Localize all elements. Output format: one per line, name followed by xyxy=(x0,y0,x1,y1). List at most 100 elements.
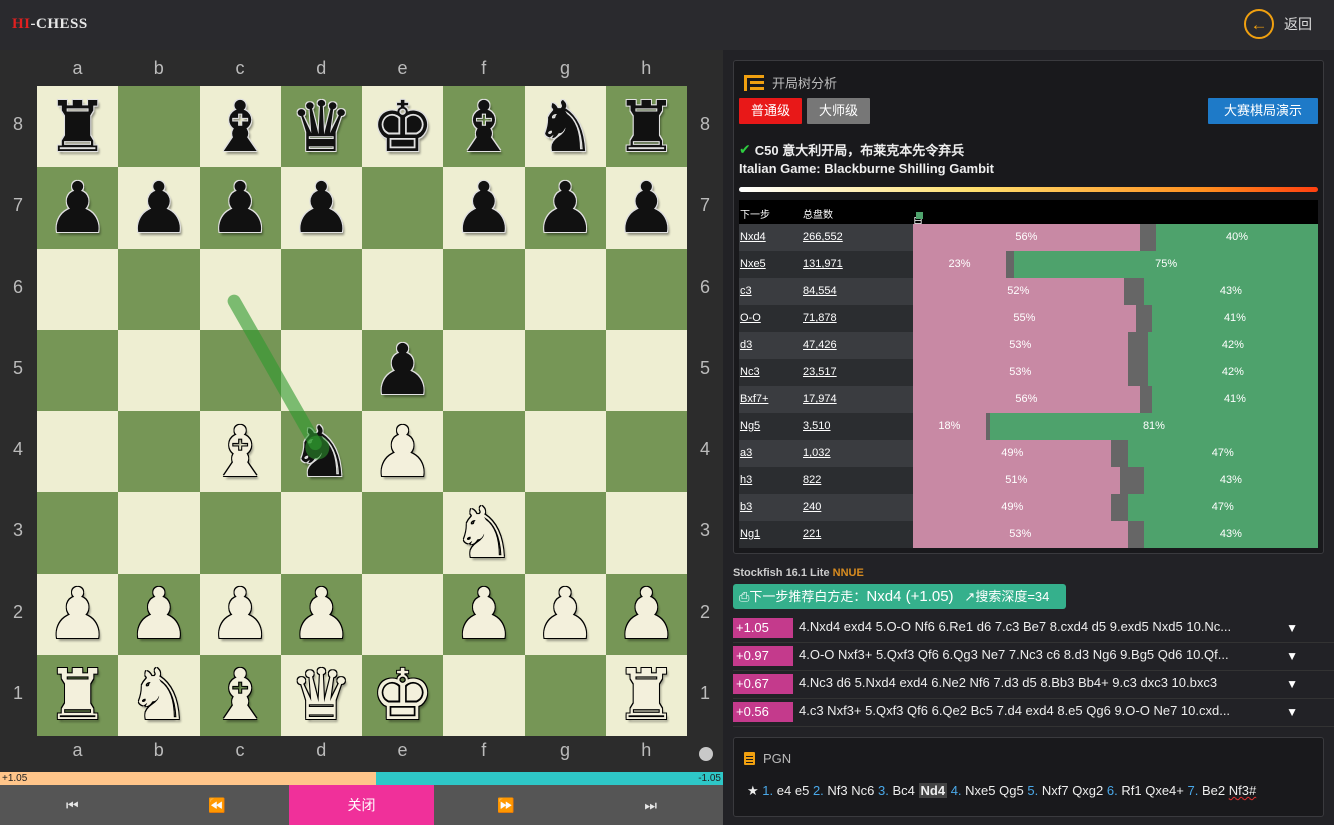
square-e5[interactable]: ♟ xyxy=(362,329,444,411)
master-level-button[interactable]: 大师级 xyxy=(807,98,871,124)
row-count[interactable]: 221 xyxy=(803,521,913,548)
table-row[interactable]: c3 84,554 52% 43% xyxy=(739,278,1318,305)
square-c8[interactable]: ♝ xyxy=(199,86,281,168)
row-count[interactable]: 1,032 xyxy=(803,440,913,467)
white-king-icon[interactable]: ♚ xyxy=(371,660,434,730)
white-pawn-icon[interactable]: ♟ xyxy=(615,579,678,649)
square-d3[interactable] xyxy=(280,492,362,574)
square-f6[interactable] xyxy=(443,248,525,330)
square-h1[interactable]: ♜ xyxy=(605,654,687,736)
square-d1[interactable]: ♛ xyxy=(280,654,362,736)
black-knight-icon[interactable]: ♞ xyxy=(290,417,353,487)
black-knight-icon[interactable]: ♞ xyxy=(534,92,597,162)
square-g1[interactable] xyxy=(524,654,606,736)
row-move[interactable]: Nxe5 xyxy=(739,251,804,278)
square-e2[interactable] xyxy=(362,573,444,655)
square-f5[interactable] xyxy=(443,329,525,411)
table-row[interactable]: Bxf7+ 17,974 56% 41% xyxy=(739,386,1318,413)
row-count[interactable]: 131,971 xyxy=(803,251,913,278)
square-a5[interactable] xyxy=(37,329,119,411)
white-bishop-icon[interactable]: ♝ xyxy=(209,660,272,730)
pgn-move[interactable]: Rf1 xyxy=(1121,783,1141,798)
square-c7[interactable]: ♟ xyxy=(199,167,281,249)
engine-line[interactable]: +0.97 4.O-O Nxf3+ 5.Qxf3 Qf6 6.Qg3 Ne7 7.… xyxy=(733,643,1334,671)
black-bishop-icon[interactable]: ♝ xyxy=(209,92,272,162)
square-b7[interactable]: ♟ xyxy=(118,167,200,249)
square-g8[interactable]: ♞ xyxy=(524,86,606,168)
row-move[interactable]: h3 xyxy=(739,467,804,494)
pgn-move[interactable]: Nxe5 xyxy=(965,783,995,798)
row-move[interactable]: c3 xyxy=(739,278,804,305)
square-h5[interactable] xyxy=(605,329,687,411)
row-count[interactable]: 240 xyxy=(803,494,913,521)
table-row[interactable]: O-O 71,878 55% 41% xyxy=(739,305,1318,332)
square-b1[interactable]: ♞ xyxy=(118,654,200,736)
square-d6[interactable] xyxy=(280,248,362,330)
square-f1[interactable] xyxy=(443,654,525,736)
square-b5[interactable] xyxy=(118,329,200,411)
square-f7[interactable]: ♟ xyxy=(443,167,525,249)
close-button[interactable]: 关闭 xyxy=(289,785,434,825)
square-e3[interactable] xyxy=(362,492,444,574)
last-move-button[interactable]: ⏭ xyxy=(578,785,723,825)
square-g4[interactable] xyxy=(524,411,606,493)
square-e1[interactable]: ♚ xyxy=(362,654,444,736)
pgn-move[interactable]: Qg5 xyxy=(999,783,1024,798)
square-e6[interactable] xyxy=(362,248,444,330)
square-a4[interactable] xyxy=(37,411,119,493)
normal-level-button[interactable]: 普通级 xyxy=(739,98,803,124)
chevron-down-icon[interactable]: ▼ xyxy=(1286,621,1298,635)
pgn-move[interactable]: Nd4 xyxy=(918,783,948,798)
row-count[interactable]: 17,974 xyxy=(803,386,913,413)
square-g5[interactable] xyxy=(524,329,606,411)
square-d8[interactable]: ♛ xyxy=(280,86,362,168)
square-a3[interactable] xyxy=(37,492,119,574)
square-a1[interactable]: ♜ xyxy=(37,654,119,736)
white-pawn-icon[interactable]: ♟ xyxy=(209,579,272,649)
black-bishop-icon[interactable]: ♝ xyxy=(452,92,515,162)
first-move-button[interactable]: ⏮ xyxy=(0,785,145,825)
row-move[interactable]: Nxd4 xyxy=(739,224,804,251)
row-count[interactable]: 3,510 xyxy=(803,413,913,440)
square-b6[interactable] xyxy=(118,248,200,330)
table-row[interactable]: a3 1,032 49% 47% xyxy=(739,440,1318,467)
row-move[interactable]: a3 xyxy=(739,440,804,467)
pgn-move[interactable]: Be2 xyxy=(1202,783,1225,798)
pgn-move[interactable]: Bc4 xyxy=(892,783,914,798)
square-c1[interactable]: ♝ xyxy=(199,654,281,736)
tournament-demo-button[interactable]: 大赛棋局演示 xyxy=(1208,98,1318,124)
next-move-button[interactable]: ⏩ xyxy=(433,785,579,825)
white-pawn-icon[interactable]: ♟ xyxy=(534,579,597,649)
pgn-move[interactable]: e4 xyxy=(777,783,791,798)
black-pawn-icon[interactable]: ♟ xyxy=(127,173,190,243)
row-count[interactable]: 71,878 xyxy=(803,305,913,332)
pgn-move[interactable]: Nxf7 xyxy=(1042,783,1069,798)
previous-move-button[interactable]: ⏪ xyxy=(144,785,290,825)
square-e7[interactable] xyxy=(362,167,444,249)
pgn-move[interactable]: Nf3# xyxy=(1229,783,1256,798)
chess-board[interactable]: ♜ ♝ ♛ ♚ ♝ ♞ ♜ ♟ ♟ ♟ ♟ ♟ ♟ ♟ ♟ ♝ ♞ ♟ ♞ ♟ ♟ ♟ ♟ ♟ ♟ ♟ ♜ ♞ ♝ ♛ ♚ ♜ xyxy=(37,86,687,736)
white-knight-icon[interactable]: ♞ xyxy=(127,660,190,730)
black-pawn-icon[interactable]: ♟ xyxy=(534,173,597,243)
chevron-down-icon[interactable]: ▼ xyxy=(1286,705,1298,719)
square-e8[interactable]: ♚ xyxy=(362,86,444,168)
square-c5[interactable] xyxy=(199,329,281,411)
table-row[interactable]: Ng5 3,510 18% 81% xyxy=(739,413,1318,440)
square-a2[interactable]: ♟ xyxy=(37,573,119,655)
pgn-move[interactable]: e5 xyxy=(795,783,809,798)
row-move[interactable]: Nc3 xyxy=(739,359,804,386)
engine-line[interactable]: +0.67 4.Nc3 d6 5.Nxd4 exd4 6.Ne2 Nf6 7.d3… xyxy=(733,671,1334,699)
black-rook-icon[interactable]: ♜ xyxy=(615,92,678,162)
square-c6[interactable] xyxy=(199,248,281,330)
row-count[interactable]: 84,554 xyxy=(803,278,913,305)
pgn-move[interactable]: Qxg2 xyxy=(1072,783,1103,798)
row-count[interactable]: 822 xyxy=(803,467,913,494)
square-b4[interactable] xyxy=(118,411,200,493)
black-pawn-icon[interactable]: ♟ xyxy=(371,335,434,405)
row-move[interactable]: O-O xyxy=(739,305,804,332)
table-row[interactable]: d3 47,426 53% 42% xyxy=(739,332,1318,359)
row-count[interactable]: 47,426 xyxy=(803,332,913,359)
square-a7[interactable]: ♟ xyxy=(37,167,119,249)
table-row[interactable]: Nc3 23,517 53% 42% xyxy=(739,359,1318,386)
black-king-icon[interactable]: ♚ xyxy=(371,92,434,162)
